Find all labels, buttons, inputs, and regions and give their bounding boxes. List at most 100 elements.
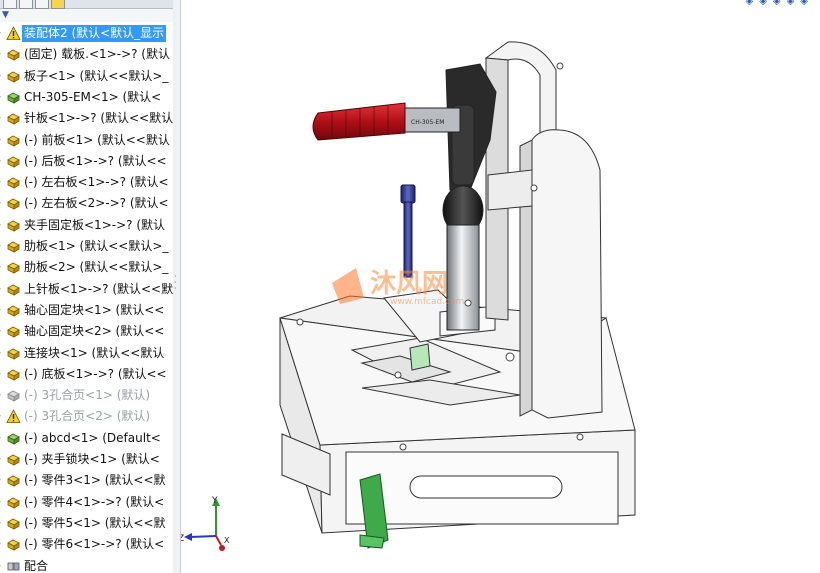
part-icon	[6, 69, 21, 84]
expand-arrow-icon[interactable]: ▸	[0, 518, 3, 528]
expand-arrow-icon[interactable]: ▸	[0, 177, 3, 187]
expand-arrow-icon[interactable]: ▸	[0, 135, 3, 145]
tree-item[interactable]: ▸ 夹手固定板<1>->? (默认	[0, 215, 173, 236]
splitter-grip-icon[interactable]: · · ·	[174, 273, 179, 298]
part-icon	[6, 537, 21, 552]
tree-item-label: (-) 3孔合页<2> (默认)	[24, 409, 151, 424]
expand-arrow-icon[interactable]: ▸	[0, 284, 3, 294]
tree-item[interactable]: ▸ 轴心固定块<1> (默认<<	[0, 300, 173, 321]
expand-arrow-icon[interactable]: ▸	[0, 28, 3, 38]
watermark-text: 沐风网	[370, 269, 448, 299]
tree-item[interactable]: ▸ (-) 3孔合页<1> (默认)	[0, 385, 173, 406]
expand-arrow-icon[interactable]: ▸	[0, 561, 3, 571]
tree-item[interactable]: ▸ 肋板<1> (默认<<默认>_	[0, 236, 173, 257]
expand-arrow-icon[interactable]: ▸	[0, 326, 3, 336]
tree-item[interactable]: ▸ 针板<1>->? (默认<<默认	[0, 108, 173, 129]
expand-arrow-icon[interactable]: ▸	[0, 411, 3, 421]
tree-item-label: (-) 零件6<1>->? (默认<	[24, 537, 165, 552]
part-icon	[6, 175, 21, 190]
tree-item[interactable]: ▸ 配合	[0, 556, 173, 573]
expand-arrow-icon[interactable]: ▸	[0, 71, 3, 81]
tree-item[interactable]: ▸ (-) 零件4<1>->? (默认<	[0, 492, 173, 513]
tree-item-label: (-) 零件5<1> (默认<<默	[24, 515, 166, 530]
expand-arrow-icon[interactable]: ▸	[0, 475, 3, 485]
tree-item[interactable]: ▸ (-) 左右板<1>->? (默认<	[0, 172, 173, 193]
mates-icon	[6, 559, 21, 573]
expand-arrow-icon[interactable]: ▸	[0, 92, 3, 102]
axis-x-label: X	[224, 536, 230, 545]
expand-arrow-icon[interactable]: ▸	[0, 369, 3, 379]
tree-item-label: 夹手固定板<1>->? (默认	[24, 217, 165, 232]
expand-arrow-icon[interactable]: ▸	[0, 390, 3, 400]
expand-arrow-icon[interactable]: ▸	[0, 241, 3, 251]
part-icon	[6, 47, 21, 62]
axis-y-label: Y	[211, 496, 218, 506]
tree-item-label: 连接块<1> (默认<<默认	[24, 345, 165, 360]
tree-item[interactable]: ▸ (-) 夹手锁块<1> (默认<	[0, 449, 173, 470]
view-orientation-triad: Y Z X	[181, 496, 230, 551]
tree-item[interactable]: ▸ (-) 左右板<2>->? (默认<	[0, 193, 173, 214]
tree-item-label: (-) 左右板<1>->? (默认<	[24, 175, 169, 190]
tree-item[interactable]: ▸ 板子<1> (默认<<默认>_	[0, 66, 173, 87]
part-icon	[6, 133, 21, 148]
tree-item[interactable]: ▸ 连接块<1> (默认<<默认	[0, 343, 173, 364]
tree-item[interactable]: ▸ (-) abcd<1> (Default<	[0, 428, 173, 449]
part-icon	[6, 218, 21, 233]
part-icon	[6, 367, 21, 382]
expand-arrow-icon[interactable]: ▸	[0, 539, 3, 549]
graphics-viewport[interactable]: ◈◈◈◈◈ CH-305-EM 沐风网 www.mfcad.com Y Z X	[181, 0, 820, 573]
part-icon	[6, 452, 21, 467]
tree-item[interactable]: ▸ (-) 零件6<1>->? (默认<	[0, 534, 173, 555]
tree-item-label: (-) 左右板<2>->? (默认<	[24, 196, 169, 211]
expand-arrow-icon[interactable]: ▸	[0, 156, 3, 166]
expand-arrow-icon[interactable]: ▸	[0, 497, 3, 507]
clamp-handle[interactable]	[312, 102, 406, 141]
part-icon	[6, 324, 21, 339]
tree-item[interactable]: ▸ (-) 底板<1>->? (默认<<	[0, 364, 173, 385]
tree-item-label: (-) 零件3<1> (默认<<默	[24, 473, 166, 488]
configuration-manager-tab[interactable]	[35, 0, 49, 9]
tree-item[interactable]: ▸ (-) 零件5<1> (默认<<默	[0, 513, 173, 534]
tree-item[interactable]: ▸ (-) 零件3<1> (默认<<默	[0, 470, 173, 491]
expand-arrow-icon[interactable]: ▸	[0, 305, 3, 315]
locating-pin[interactable]	[400, 184, 416, 278]
expand-arrow-icon[interactable]: ▸	[0, 113, 3, 123]
tree-item[interactable]: ▸ (固定) 载板.<1>->? (默认	[0, 44, 173, 65]
tree-item-label: CH-305-EM<1> (默认<	[24, 89, 162, 104]
tree-item[interactable]: ▸ (-) 3孔合页<2> (默认)	[0, 406, 173, 427]
part-icon	[6, 260, 21, 275]
expand-arrow-icon[interactable]: ▸	[0, 348, 3, 358]
part-icon	[6, 154, 21, 169]
tree-item-label: (固定) 载板.<1>->? (默认	[24, 47, 170, 62]
tree-item-label: 板子<1> (默认<<默认>_	[24, 68, 169, 83]
expand-arrow-icon[interactable]: ▸	[0, 220, 3, 230]
part-icon	[6, 239, 21, 254]
tree-item[interactable]: ▸ CH-305-EM<1> (默认<	[0, 87, 173, 108]
tree-item-label: 针板<1>->? (默认<<默认	[24, 111, 174, 126]
tree-item-label: 肋板<2> (默认<<默认>_	[24, 260, 169, 275]
tree-item[interactable]: ▸ 上针板<1>->? (默认<<默	[0, 279, 173, 300]
tree-item-label: (-) 夹手锁块<1> (默认<	[24, 452, 160, 466]
display-manager-tab[interactable]	[51, 0, 65, 9]
expand-arrow-icon[interactable]: ▸	[0, 433, 3, 443]
expand-arrow-icon[interactable]: ▸	[0, 49, 3, 59]
expand-arrow-icon[interactable]: ▸	[0, 198, 3, 208]
part-icon	[6, 111, 21, 126]
subassembly-icon	[6, 90, 21, 105]
panel-splitter[interactable]: · · ·	[173, 0, 181, 573]
tree-filter-row: ▼	[0, 9, 173, 22]
part-icon	[6, 495, 21, 510]
tree-item[interactable]: ▸ (-) 后板<1>->? (默认<<	[0, 151, 173, 172]
tree-item-label: 轴心固定块<1> (默认<<	[24, 302, 165, 317]
feature-manager-tree: ▼ ▸ 装配体2 (默认<默认_显示 ▸ (固定) 载板.<1>->? (默认 ▸ 板子<…	[0, 0, 174, 573]
expand-arrow-icon[interactable]: ▸	[0, 262, 3, 272]
tree-item[interactable]: ▸ (-) 前板<1> (默认<<默认	[0, 130, 173, 151]
expand-arrow-icon[interactable]: ▸	[0, 454, 3, 464]
part-icon	[6, 516, 21, 531]
property-manager-tab[interactable]	[19, 0, 33, 9]
tree-item[interactable]: ▸ 轴心固定块<2> (默认<<	[0, 321, 173, 342]
filter-icon[interactable]: ▼	[2, 10, 9, 20]
feature-manager-tab[interactable]	[3, 0, 17, 9]
tree-item[interactable]: ▸ 肋板<2> (默认<<默认>_	[0, 257, 173, 278]
tree-item[interactable]: ▸ 装配体2 (默认<默认_显示	[0, 23, 173, 44]
